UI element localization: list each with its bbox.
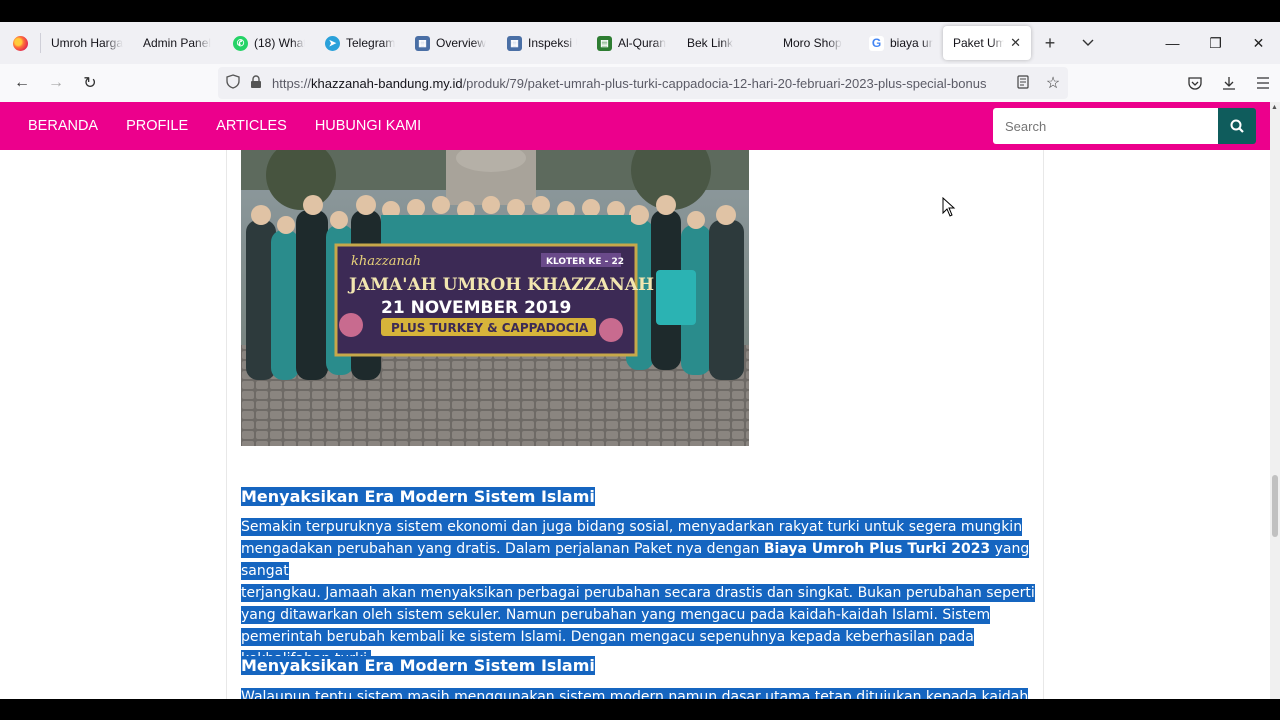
tab-biaya-umroh[interactable]: G biaya umr <box>859 22 943 64</box>
paragraph-line: pemerintah berubah kembali ke sistem Isl… <box>241 628 974 646</box>
section-heading: Menyaksikan Era Modern Sistem Islami <box>241 487 595 506</box>
section-heading-text: Menyaksikan Era Modern Sistem Islami <box>241 487 595 506</box>
tab-strip: Umroh Harga Admin Panel ✆ (18) What ➤ Te… <box>0 22 1280 64</box>
search-input[interactable] <box>993 108 1218 144</box>
article-paragraph: Semakin terpuruknya sistem ekonomi dan j… <box>241 516 1041 670</box>
restore-icon[interactable]: ❐ <box>1194 22 1237 64</box>
paragraph-line: mengadakan perubahan yang dratis. Dalam … <box>241 540 1030 580</box>
tab-bek-link[interactable]: Bek Link <box>677 22 767 64</box>
telegram-icon: ➤ <box>325 35 340 51</box>
tab-inspeksi[interactable]: ▦ Inspeksi U <box>497 22 587 64</box>
paragraph-line: Semakin terpuruknya sistem ekonomi dan j… <box>241 518 1023 536</box>
tab-label: Bek Link <box>687 36 734 50</box>
pocket-icon[interactable] <box>1178 67 1212 99</box>
nav-articles[interactable]: ARTICLES <box>202 118 301 134</box>
article-content: khazzanah KLOTER KE - 22 JAMA'AH UMROH K… <box>226 150 1044 699</box>
banner-date: 21 NOVEMBER 2019 <box>381 298 571 318</box>
tab-telegram[interactable]: ➤ Telegram <box>315 22 405 64</box>
tab-label: biaya umr <box>890 36 933 50</box>
screen: Umroh Harga Admin Panel ✆ (18) What ➤ Te… <box>0 0 1280 720</box>
window-controls: — ❐ ✕ <box>1151 22 1280 64</box>
section-heading: Menyaksikan Era Modern Sistem Islami <box>241 656 595 675</box>
forward-arrow-icon[interactable]: → <box>39 67 73 99</box>
search-icon <box>1230 119 1244 133</box>
url-path: /produk/79/paket-umrah-plus-turki-cappad… <box>462 75 987 91</box>
tab-al-quran[interactable]: ▤ Al-Quran <box>587 22 677 64</box>
nav-beranda[interactable]: BERANDA <box>14 118 112 134</box>
back-arrow-icon[interactable]: ← <box>5 67 39 99</box>
scrollbar-thumb[interactable] <box>1272 475 1278 537</box>
tab-moro-shop[interactable]: Moro Shop <box>767 22 859 64</box>
firefox-menu-icon[interactable] <box>0 22 40 64</box>
tab-label: Paket Umra <box>953 36 1005 50</box>
minimize-icon[interactable]: — <box>1151 22 1194 64</box>
google-icon: G <box>869 35 884 51</box>
close-tab-icon[interactable]: ✕ <box>1010 35 1021 51</box>
site-menu: BERANDA PROFILE ARTICLES HUBUNGI KAMI <box>14 118 435 134</box>
url-bar[interactable]: https://khazzanah-bandung.my.id/produk/7… <box>218 67 1068 99</box>
section-heading-text: Menyaksikan Era Modern Sistem Islami <box>241 656 595 675</box>
dashboard-icon: ▦ <box>415 35 430 51</box>
banner-kloter: KLOTER KE - 22 <box>546 257 624 267</box>
group-photo: khazzanah KLOTER KE - 22 JAMA'AH UMROH K… <box>241 150 749 446</box>
banner-subtitle: PLUS TURKEY & CAPPADOCIA <box>391 321 589 335</box>
tab-paket-umrah[interactable]: Paket Umra ✕ <box>943 26 1031 60</box>
tab-admin-panel[interactable]: Admin Panel <box>133 22 223 64</box>
reload-icon[interactable]: ↻ <box>73 67 107 99</box>
web-page: BERANDA PROFILE ARTICLES HUBUNGI KAMI Se… <box>0 102 1270 699</box>
banner-brand: khazzanah <box>351 254 421 269</box>
nav-hubungi-kami[interactable]: HUBUNGI KAMI <box>301 118 435 134</box>
url-scheme: https:// <box>272 75 312 91</box>
mouse-cursor-icon <box>942 196 956 222</box>
bookmark-star-icon[interactable]: ☆ <box>1038 73 1068 93</box>
book-icon: ▤ <box>597 35 612 51</box>
banner-title: JAMA'AH UMROH KHAZZANAH <box>347 275 654 295</box>
scroll-up-icon[interactable]: ▲ <box>1271 104 1278 111</box>
shield-icon[interactable] <box>226 74 246 92</box>
paragraph-line: Walaupun tentu sistem masih menggunakan … <box>241 688 1029 699</box>
tab-whatsapp[interactable]: ✆ (18) What <box>223 22 315 64</box>
search-button[interactable] <box>1218 108 1256 144</box>
hamburger-menu-icon[interactable] <box>1246 67 1280 99</box>
tab-umroh-harga[interactable]: Umroh Harga <box>41 22 133 64</box>
reader-view-icon[interactable] <box>1008 74 1038 92</box>
tab-label: Umroh Harga <box>51 36 123 50</box>
tab-label: Inspeksi U <box>528 36 577 50</box>
paragraph-text: mengadakan perubahan yang dratis. Dalam … <box>241 541 764 557</box>
navigation-toolbar: ← → ↻ https://khazzanah-bandung.my.id/pr… <box>0 64 1280 102</box>
tab-label: Moro Shop <box>783 36 842 50</box>
tab-label: Admin Panel <box>143 36 212 50</box>
nav-profile[interactable]: PROFILE <box>112 118 202 134</box>
tab-overview[interactable]: ▦ Overview <box>405 22 497 64</box>
page-scrollbar[interactable]: ▲ <box>1270 102 1280 699</box>
site-navbar: BERANDA PROFILE ARTICLES HUBUNGI KAMI <box>0 102 1270 150</box>
url-text: https://khazzanah-bandung.my.id/produk/7… <box>272 76 1008 91</box>
keyword-link[interactable]: Biaya Umroh Plus Turki 2023 <box>764 541 990 557</box>
tab-label: Al-Quran <box>618 36 667 50</box>
chevron-down-icon[interactable] <box>1069 22 1107 64</box>
article-paragraph: Walaupun tentu sistem masih menggunakan … <box>241 686 1041 699</box>
whatsapp-icon: ✆ <box>233 35 248 51</box>
tab-label: Overview <box>436 36 487 50</box>
close-window-icon[interactable]: ✕ <box>1237 22 1280 64</box>
toolbar-right <box>1178 67 1280 99</box>
paragraph-line: terjangkau. Jamaah akan menyaksikan perb… <box>241 584 1035 602</box>
dashboard-icon: ▦ <box>507 35 522 51</box>
paragraph-line: yang ditawarkan oleh sistem sekuler. Nam… <box>241 606 991 624</box>
tab-label: Telegram <box>346 36 395 50</box>
tab-label: (18) What <box>254 36 305 50</box>
url-domain: khazzanah-bandung.my.id <box>311 75 463 91</box>
downloads-icon[interactable] <box>1212 67 1246 99</box>
new-tab-icon[interactable]: + <box>1031 22 1069 64</box>
lock-icon[interactable] <box>250 74 272 92</box>
